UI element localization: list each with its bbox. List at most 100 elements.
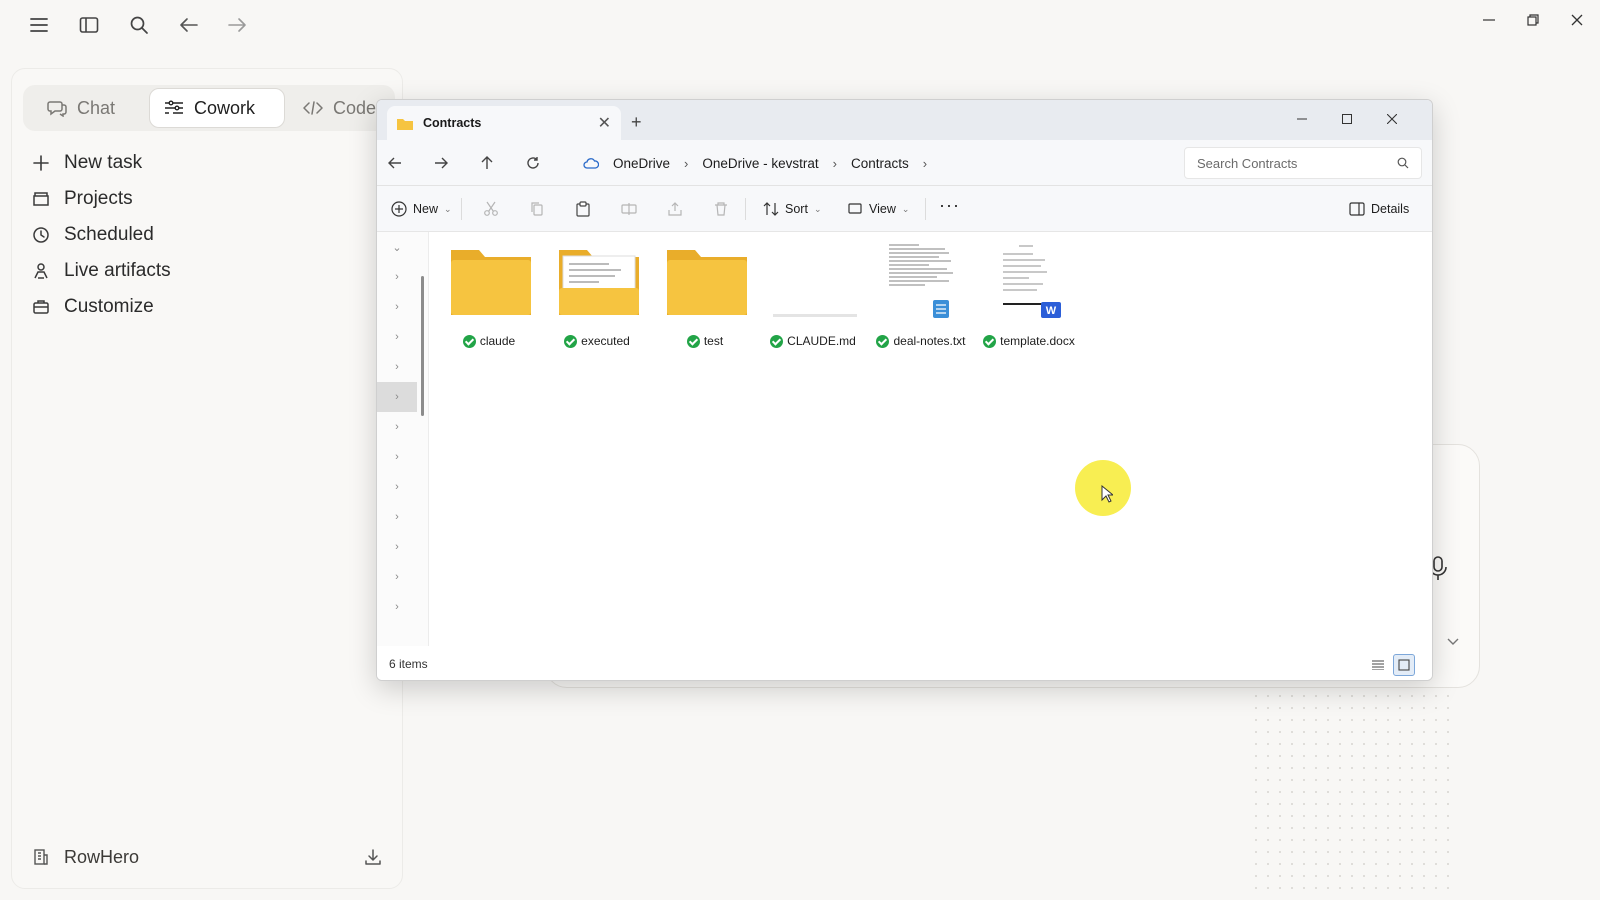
plus-icon <box>33 155 49 171</box>
view-icon <box>848 203 862 214</box>
cut-icon[interactable] <box>483 197 499 221</box>
code-icon <box>303 101 323 115</box>
chevron-down-icon: ⌄ <box>901 203 910 214</box>
file-item[interactable]: CLAUDE.md <box>763 242 863 352</box>
tab-code-label: Code <box>333 97 377 118</box>
refresh-icon[interactable] <box>523 153 543 173</box>
folder-icon <box>397 118 413 130</box>
sidebar-item-label: Live artifacts <box>64 260 171 281</box>
tree-chevron-icon[interactable]: › <box>377 532 417 562</box>
delete-icon[interactable] <box>713 197 729 221</box>
sidebar-toggle-icon[interactable] <box>76 12 102 38</box>
file-item[interactable]: executed <box>547 242 647 352</box>
scrollbar[interactable] <box>421 276 424 416</box>
tree-chevron-icon[interactable]: › <box>377 472 417 502</box>
breadcrumb-contracts[interactable]: Contracts <box>851 156 909 171</box>
synced-icon <box>686 334 700 348</box>
share-icon[interactable] <box>667 197 683 221</box>
more-options-icon[interactable]: ··· <box>939 193 960 217</box>
rename-icon[interactable] <box>621 197 637 221</box>
details-label: Details <box>1371 202 1410 216</box>
briefcase-icon <box>33 300 49 314</box>
org-name: RowHero <box>64 846 140 867</box>
svg-text:W: W <box>1046 305 1057 317</box>
close-icon[interactable] <box>1562 8 1592 32</box>
view-button[interactable]: View ⌄ <box>847 197 909 221</box>
tree-chevron-icon[interactable]: › <box>377 562 417 592</box>
decorative-dots <box>1250 690 1450 890</box>
file-item[interactable]: claude <box>439 242 539 352</box>
command-bar: New ⌄ Sort ⌄ View ⌄ ··· Details <box>377 186 1432 232</box>
sidebar-item-new-task[interactable]: New task <box>32 145 372 181</box>
tab-code[interactable]: Code <box>289 88 390 128</box>
tree-expand-icon[interactable]: ⌄ <box>377 232 417 262</box>
tree-chevron-icon[interactable]: › <box>377 382 417 412</box>
org-switcher[interactable]: RowHero <box>32 842 382 872</box>
close-icon[interactable] <box>1372 106 1412 132</box>
file-name: claude <box>479 334 516 348</box>
view-label: View <box>869 202 896 216</box>
breadcrumb-onedrive-kevstrat[interactable]: OneDrive - kevstrat <box>702 156 818 171</box>
tree-chevron-icon[interactable]: › <box>377 352 417 382</box>
file-list: claude executed test CLAUDE.md deal-note… <box>431 232 1431 646</box>
sidebar-item-live-artifacts[interactable]: Live artifacts <box>32 253 372 289</box>
tree-chevron-icon[interactable]: › <box>377 412 417 442</box>
sidebar-item-scheduled[interactable]: Scheduled <box>32 217 372 253</box>
tree-chevron-icon[interactable]: › <box>377 592 417 622</box>
breadcrumb-onedrive[interactable]: OneDrive <box>613 156 670 171</box>
tab-cowork[interactable]: Cowork <box>149 88 285 128</box>
sidebar-item-customize[interactable]: Customize <box>32 289 372 325</box>
up-icon[interactable] <box>477 153 497 173</box>
file-item[interactable]: test <box>655 242 755 352</box>
sort-button[interactable]: Sort ⌄ <box>763 197 821 221</box>
tree-chevron-icon[interactable]: › <box>377 442 417 472</box>
divider <box>745 198 746 220</box>
tree-chevron-icon[interactable]: › <box>377 322 417 352</box>
search-placeholder: Search Contracts <box>1197 155 1298 171</box>
menu-icon[interactable] <box>26 12 52 38</box>
tab-chat[interactable]: Chat <box>33 88 129 128</box>
sidebar-item-label: Customize <box>64 296 154 317</box>
tree-chevron-icon[interactable]: › <box>377 292 417 322</box>
chevron-right-icon[interactable]: › <box>923 156 927 171</box>
forward-icon[interactable] <box>431 153 451 173</box>
synced-icon <box>983 334 997 348</box>
search-icon[interactable] <box>126 12 152 38</box>
download-icon[interactable] <box>364 848 382 866</box>
markdown-file-icon <box>773 314 857 317</box>
paste-icon[interactable] <box>575 197 591 221</box>
back-icon[interactable] <box>176 12 202 38</box>
search-input[interactable]: Search Contracts <box>1184 147 1422 179</box>
new-button[interactable]: New ⌄ <box>391 197 452 221</box>
copy-icon[interactable] <box>529 197 545 221</box>
minimize-icon[interactable] <box>1282 106 1322 132</box>
sort-icon <box>763 202 779 216</box>
large-icons-view-icon[interactable] <box>1393 654 1415 676</box>
synced-icon <box>462 334 476 348</box>
synced-icon <box>564 334 578 348</box>
tree-chevron-icon[interactable]: › <box>377 262 417 292</box>
new-tab-icon[interactable]: + <box>631 112 642 133</box>
close-tab-icon[interactable]: ✕ <box>598 113 611 133</box>
chevron-down-icon: ⌄ <box>813 203 822 214</box>
maximize-icon[interactable] <box>1327 106 1367 132</box>
file-item[interactable]: W template.docx <box>979 242 1079 352</box>
sidebar-item-projects[interactable]: Projects <box>32 181 372 217</box>
sidebar-item-label: Projects <box>64 188 133 209</box>
status-bar: 6 items <box>377 646 1432 680</box>
details-view-icon[interactable] <box>1367 654 1389 676</box>
synced-icon <box>770 334 784 348</box>
tree-chevron-icon[interactable]: › <box>377 502 417 532</box>
file-item[interactable]: deal-notes.txt <box>871 242 971 352</box>
forward-icon[interactable] <box>224 12 250 38</box>
restore-icon[interactable] <box>1518 8 1548 32</box>
tab-contracts[interactable]: Contracts ✕ <box>387 106 621 140</box>
chevron-right-icon: › <box>832 155 837 171</box>
back-icon[interactable] <box>385 153 405 173</box>
building-icon <box>34 849 48 865</box>
chevron-down-icon[interactable] <box>1446 637 1460 647</box>
clock-icon <box>33 227 49 243</box>
details-button[interactable]: Details <box>1349 197 1409 221</box>
folder-with-documents-icon <box>559 250 639 315</box>
minimize-icon[interactable] <box>1474 8 1504 32</box>
